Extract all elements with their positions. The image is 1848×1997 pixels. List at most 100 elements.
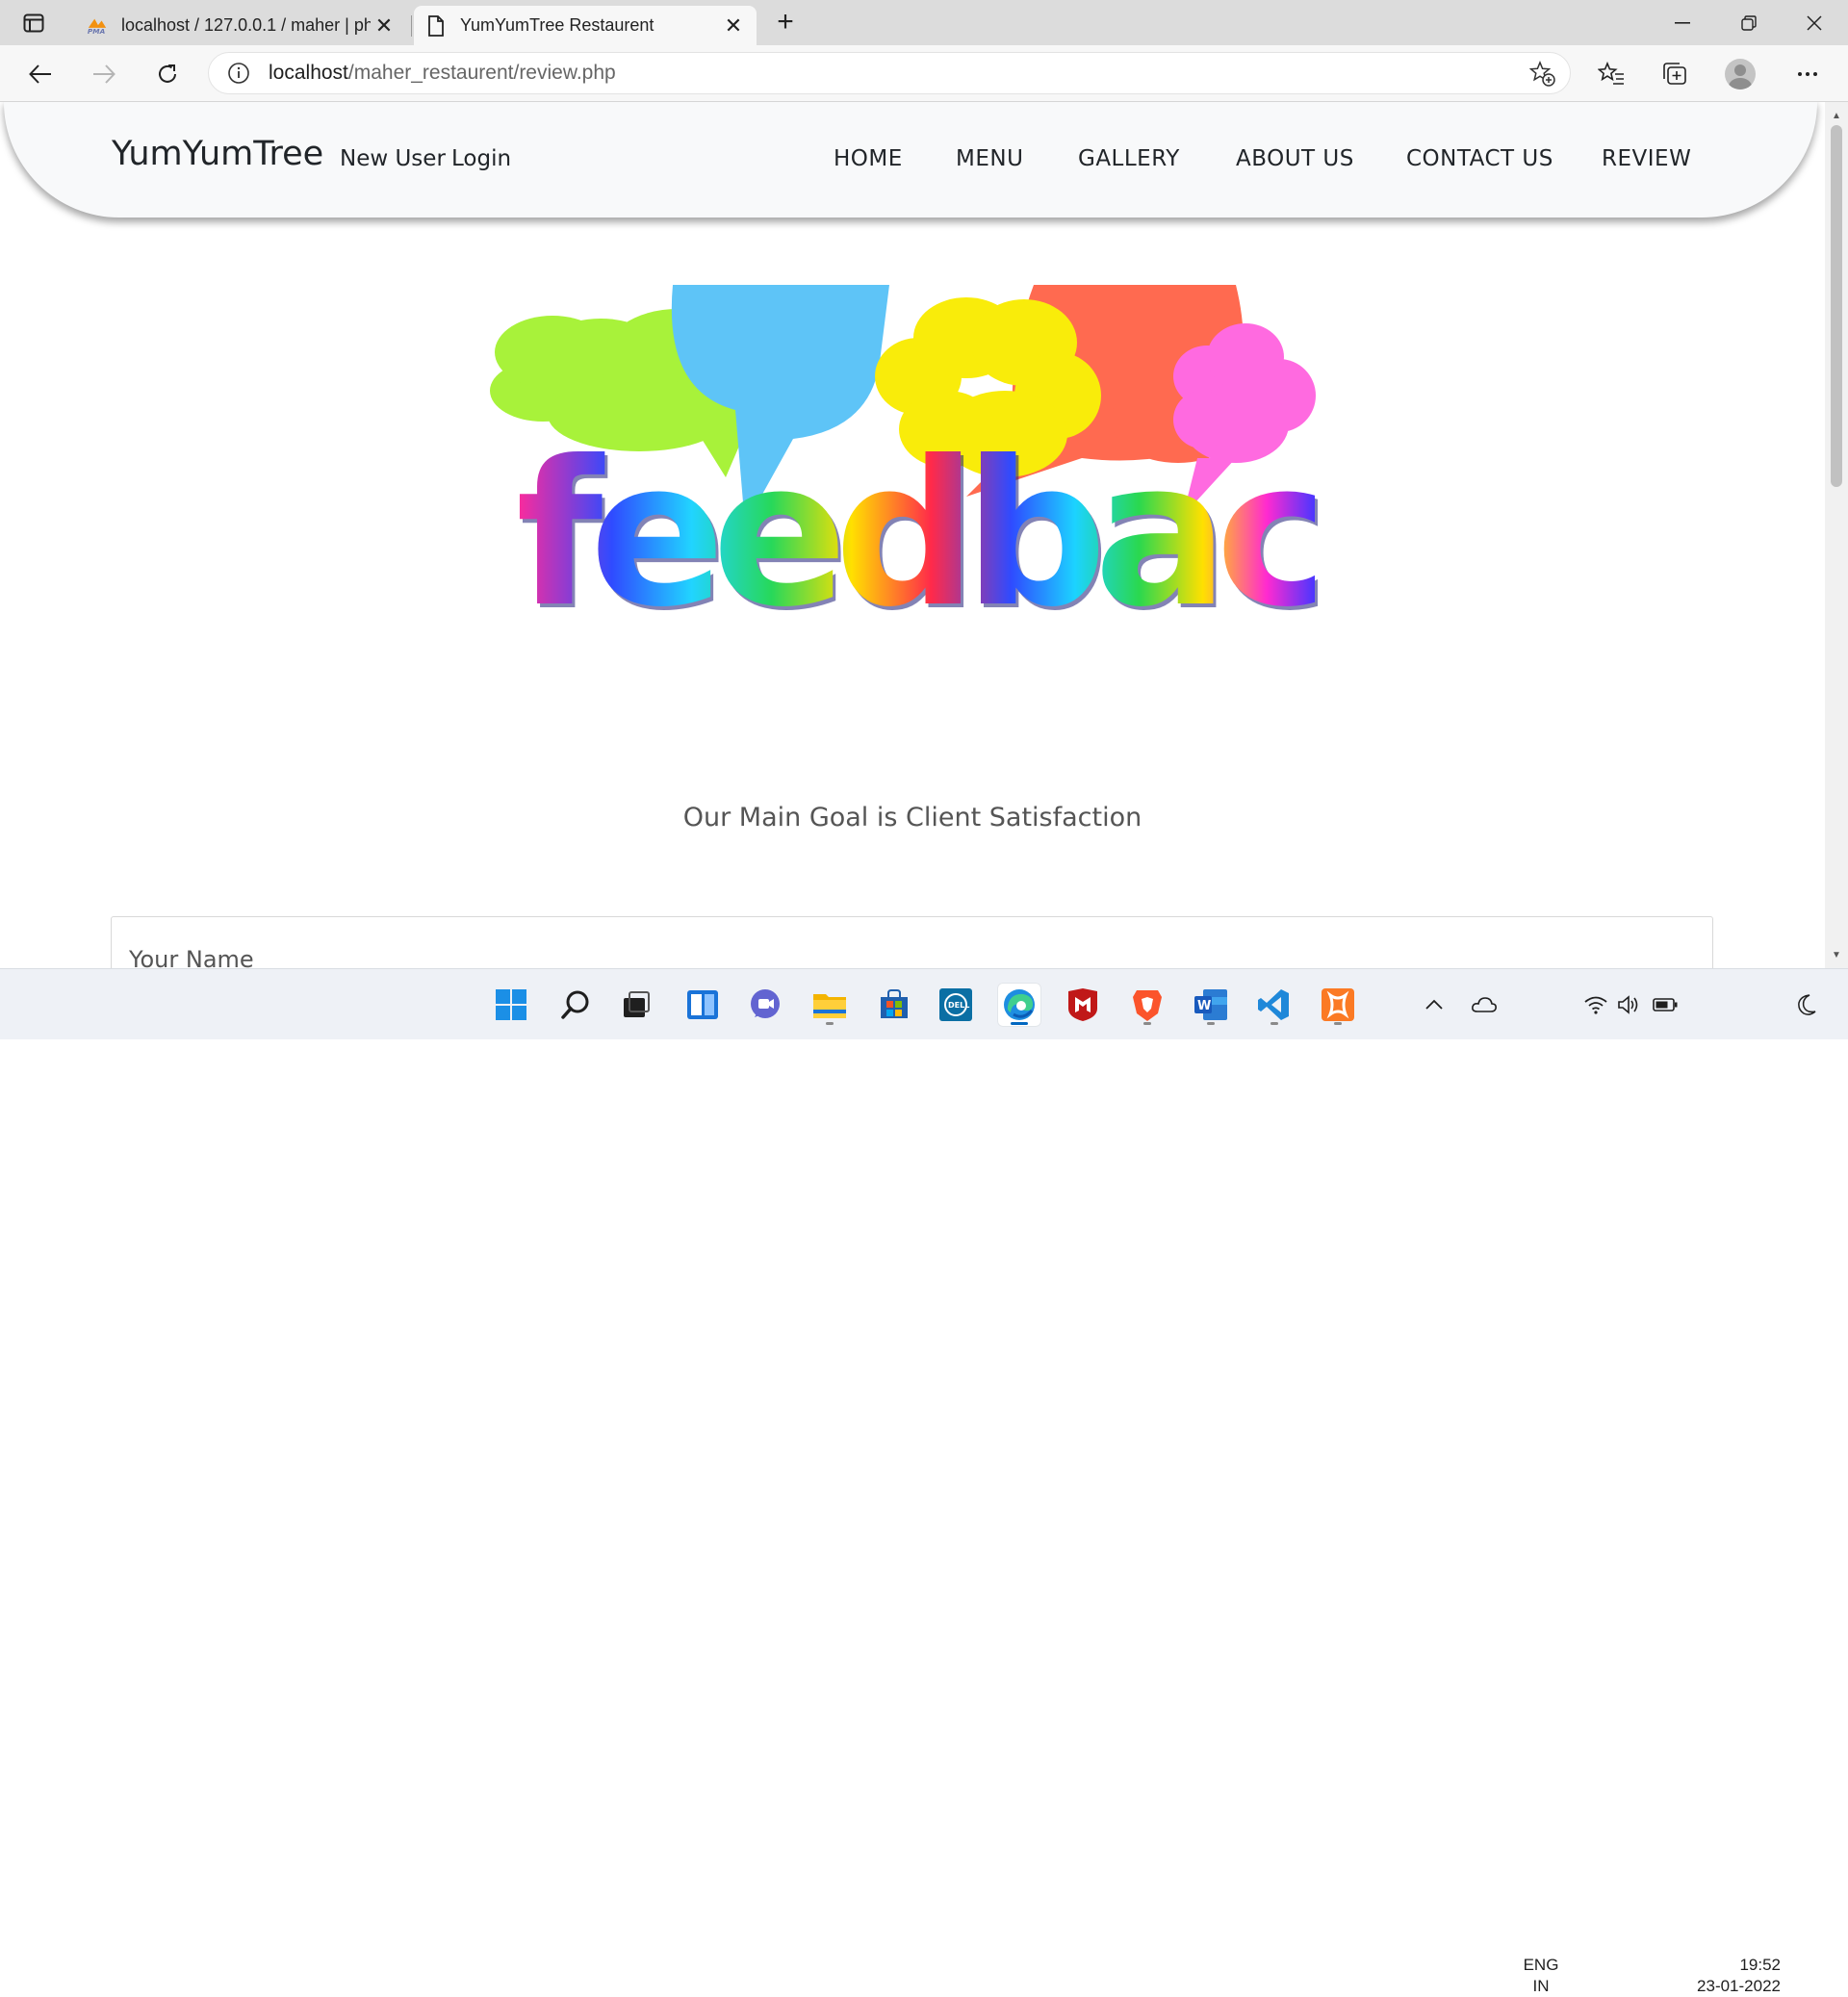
tagline-text: Our Main Goal is Client Satisfaction	[682, 803, 1142, 832]
task-view-icon	[624, 991, 650, 1017]
login-link[interactable]: Login	[451, 146, 511, 171]
battery-icon	[1653, 998, 1678, 1011]
dell-app-button[interactable]: DELL	[934, 983, 978, 1027]
nav-review-link[interactable]: REVIEW	[1602, 146, 1691, 171]
minimize-icon	[1675, 21, 1690, 24]
star-add-icon	[1529, 61, 1555, 87]
volume-button[interactable]	[1611, 983, 1646, 1027]
refresh-button[interactable]	[148, 55, 187, 93]
feedback-word-art: feedback	[516, 419, 1453, 652]
edge-button[interactable]	[997, 983, 1041, 1027]
page-scrollbar[interactable]: ▲ ▼	[1825, 102, 1848, 968]
mcafee-button[interactable]	[1061, 983, 1105, 1027]
language-indicator[interactable]: ENG IN	[1517, 1955, 1565, 1997]
chevron-up-icon	[1425, 999, 1443, 1010]
back-button[interactable]	[21, 55, 60, 93]
tab-phpmyadmin[interactable]: PMA localhost / 127.0.0.1 / maher | ph ✕	[75, 6, 407, 45]
word-button[interactable]: W	[1189, 983, 1233, 1027]
add-favorite-button[interactable]	[1529, 61, 1556, 88]
scroll-up-arrow-icon[interactable]: ▲	[1825, 106, 1848, 125]
task-view-button[interactable]	[614, 983, 658, 1027]
start-button[interactable]	[489, 983, 533, 1027]
scroll-down-arrow-icon[interactable]: ▼	[1825, 945, 1848, 964]
address-bar[interactable]: localhost/maher_restaurent/review.php	[208, 52, 1571, 94]
nav-gallery-link[interactable]: GALLERY	[1078, 146, 1180, 171]
phpmyadmin-icon: PMA	[87, 15, 108, 37]
mcafee-icon	[1068, 988, 1097, 1021]
minimize-button[interactable]	[1649, 0, 1716, 45]
running-indicator	[1270, 1022, 1278, 1025]
forward-arrow-icon	[93, 64, 116, 84]
widgets-button[interactable]	[680, 983, 725, 1027]
tab-title: YumYumTree Restaurent	[460, 15, 654, 35]
close-tab-icon[interactable]: ✕	[720, 13, 747, 39]
svg-text:W: W	[1197, 999, 1211, 1013]
svg-text:PMA: PMA	[88, 27, 106, 36]
teams-chat-icon	[751, 989, 780, 1018]
edge-icon	[1004, 989, 1035, 1020]
nav-about-us-link[interactable]: ABOUT US	[1236, 146, 1354, 171]
cloud-icon	[1472, 997, 1497, 1012]
close-window-button[interactable]	[1781, 0, 1848, 45]
wifi-icon	[1584, 996, 1607, 1014]
tab-yumyumtree[interactable]: YumYumTree Restaurent ✕	[414, 6, 757, 45]
widgets-icon	[687, 990, 718, 1019]
nav-home-link[interactable]: HOME	[834, 146, 903, 171]
microsoft-store-button[interactable]	[872, 983, 916, 1027]
start-icon	[496, 989, 526, 1020]
tab-actions-icon	[23, 13, 44, 33]
tab-actions-button[interactable]	[17, 10, 50, 37]
running-indicator	[1207, 1022, 1215, 1025]
vscode-button[interactable]	[1252, 983, 1296, 1027]
nav-menu-link[interactable]: MENU	[956, 146, 1023, 171]
more-icon	[1798, 72, 1817, 76]
page-icon	[425, 14, 447, 37]
favorites-button[interactable]	[1592, 55, 1630, 93]
profile-button[interactable]	[1721, 55, 1759, 93]
xampp-icon	[1322, 988, 1354, 1021]
close-icon	[1807, 14, 1822, 31]
running-indicator	[1334, 1022, 1342, 1025]
xampp-button[interactable]	[1316, 983, 1360, 1027]
speaker-icon	[1618, 995, 1638, 1014]
close-tab-icon[interactable]: ✕	[371, 13, 398, 39]
site-brand-link[interactable]: YumYumTree	[112, 135, 323, 173]
clock-time: 19:52	[1739, 1956, 1781, 1974]
clock[interactable]: 19:52 23-01-2022	[1694, 1955, 1781, 1997]
your-name-input[interactable]	[111, 916, 1713, 968]
file-explorer-icon	[813, 994, 846, 1018]
url-host: localhost	[269, 62, 348, 84]
focus-assist-button[interactable]	[1790, 983, 1825, 1027]
site-info-icon[interactable]	[226, 61, 251, 86]
taskbar-search-button[interactable]	[553, 983, 598, 1027]
running-indicator	[826, 1022, 834, 1025]
refresh-icon	[159, 64, 176, 83]
clock-date: 23-01-2022	[1697, 1977, 1781, 1995]
word-icon: W	[1194, 989, 1227, 1020]
battery-button[interactable]	[1648, 983, 1682, 1027]
new-tab-button[interactable]: +	[770, 8, 801, 38]
file-explorer-button[interactable]	[808, 983, 852, 1027]
url-path: /maher_restaurent/review.php	[347, 62, 616, 84]
collections-icon	[1663, 63, 1686, 85]
vscode-icon	[1258, 989, 1289, 1020]
language-code: ENG	[1523, 1956, 1559, 1974]
teams-chat-button[interactable]	[743, 983, 787, 1027]
brave-icon	[1133, 990, 1162, 1021]
show-hidden-icons-button[interactable]	[1417, 983, 1451, 1027]
wifi-button[interactable]	[1578, 983, 1613, 1027]
collections-button[interactable]	[1656, 55, 1694, 93]
svg-text:DELL: DELL	[948, 1001, 969, 1010]
search-icon	[561, 990, 589, 1019]
settings-more-button[interactable]	[1788, 55, 1827, 93]
new-user-link[interactable]: New User	[340, 146, 446, 171]
brave-button[interactable]	[1125, 983, 1169, 1027]
restore-button[interactable]	[1715, 0, 1783, 45]
scrollbar-thumb[interactable]	[1831, 125, 1842, 487]
browser-toolbar: localhost/maher_restaurent/review.php	[0, 45, 1848, 102]
onedrive-button[interactable]	[1465, 983, 1503, 1027]
active-indicator	[1011, 1022, 1028, 1025]
forward-button[interactable]	[85, 55, 123, 93]
nav-contact-us-link[interactable]: CONTACT US	[1406, 146, 1553, 171]
dell-icon: DELL	[939, 988, 972, 1021]
